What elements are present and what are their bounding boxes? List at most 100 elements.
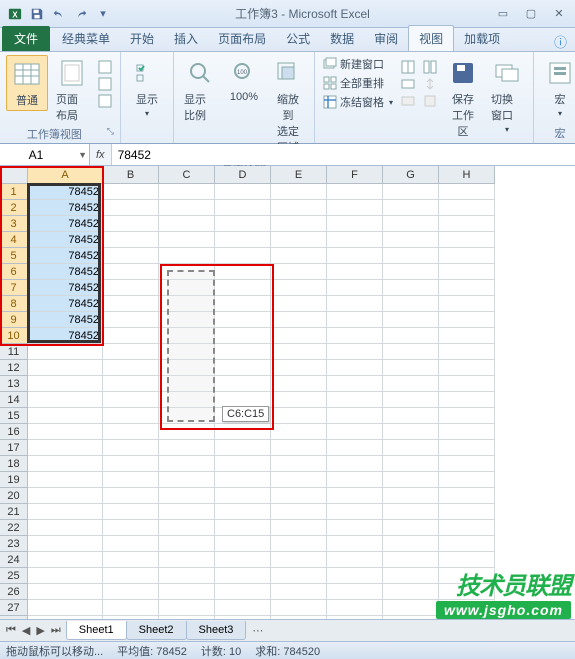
select-all-corner[interactable] [0, 166, 28, 184]
cell-B1[interactable] [103, 184, 159, 200]
tab-经典菜单[interactable]: 经典菜单 [52, 26, 120, 51]
file-tab[interactable]: 文件 [2, 26, 50, 51]
minimize-button[interactable]: ▭ [493, 5, 513, 23]
cell-B18[interactable] [103, 456, 159, 472]
show-button[interactable]: 显示 ▾ [127, 55, 167, 120]
cell-D21[interactable] [215, 504, 271, 520]
sheet-nav-last-icon[interactable]: ⏭ [49, 624, 63, 637]
row-header-19[interactable]: 19 [0, 472, 28, 488]
cell-B27[interactable] [103, 600, 159, 616]
cell-A21[interactable] [28, 504, 103, 520]
spreadsheet-grid[interactable]: ABCDEFGH 1234567891011121314151617181920… [0, 166, 575, 638]
cell-A12[interactable] [28, 360, 103, 376]
split-button[interactable] [399, 59, 417, 75]
row-header-13[interactable]: 13 [0, 376, 28, 392]
cell-A25[interactable] [28, 568, 103, 584]
cell-A20[interactable] [28, 488, 103, 504]
cell-E17[interactable] [271, 440, 327, 456]
cell-A6[interactable]: 78452 [28, 264, 103, 280]
cell-D17[interactable] [215, 440, 271, 456]
page-layout-button[interactable]: 页面布局 [52, 55, 92, 125]
cell-G13[interactable] [383, 376, 439, 392]
cell-F4[interactable] [327, 232, 383, 248]
cell-G14[interactable] [383, 392, 439, 408]
cell-A17[interactable] [28, 440, 103, 456]
cell-H1[interactable] [439, 184, 495, 200]
cell-F26[interactable] [327, 584, 383, 600]
cell-F17[interactable] [327, 440, 383, 456]
cell-G24[interactable] [383, 552, 439, 568]
cell-A15[interactable] [28, 408, 103, 424]
tab-数据[interactable]: 数据 [320, 26, 364, 51]
insert-sheet-icon[interactable]: ⋯ [246, 624, 269, 637]
cell-F5[interactable] [327, 248, 383, 264]
cell-A2[interactable]: 78452 [28, 200, 103, 216]
cell-B9[interactable] [103, 312, 159, 328]
cell-H3[interactable] [439, 216, 495, 232]
cell-E14[interactable] [271, 392, 327, 408]
cell-A27[interactable] [28, 600, 103, 616]
cell-C18[interactable] [159, 456, 215, 472]
name-box-input[interactable] [6, 148, 66, 162]
cell-G12[interactable] [383, 360, 439, 376]
cell-F7[interactable] [327, 280, 383, 296]
cell-E27[interactable] [271, 600, 327, 616]
cell-A14[interactable] [28, 392, 103, 408]
cell-H5[interactable] [439, 248, 495, 264]
cell-G5[interactable] [383, 248, 439, 264]
cell-G21[interactable] [383, 504, 439, 520]
cell-E20[interactable] [271, 488, 327, 504]
cell-A19[interactable] [28, 472, 103, 488]
cell-F8[interactable] [327, 296, 383, 312]
cell-H10[interactable] [439, 328, 495, 344]
cell-D8[interactable] [215, 296, 271, 312]
cell-C21[interactable] [159, 504, 215, 520]
cell-H6[interactable] [439, 264, 495, 280]
cell-G8[interactable] [383, 296, 439, 312]
cell-E3[interactable] [271, 216, 327, 232]
cell-E21[interactable] [271, 504, 327, 520]
cell-E15[interactable] [271, 408, 327, 424]
macros-button[interactable]: 宏 ▾ [540, 55, 575, 120]
switch-windows-button[interactable]: 切换窗口 ▾ [487, 55, 527, 136]
zoom-selection-button[interactable]: 缩放到 选定区域 [268, 55, 308, 157]
cell-F6[interactable] [327, 264, 383, 280]
cell-D22[interactable] [215, 520, 271, 536]
cell-D26[interactable] [215, 584, 271, 600]
cell-H24[interactable] [439, 552, 495, 568]
cell-G17[interactable] [383, 440, 439, 456]
cell-F13[interactable] [327, 376, 383, 392]
cell-H2[interactable] [439, 200, 495, 216]
cell-H27[interactable] [439, 600, 495, 616]
cell-B20[interactable] [103, 488, 159, 504]
col-header-F[interactable]: F [327, 166, 383, 184]
cell-G22[interactable] [383, 520, 439, 536]
cell-E23[interactable] [271, 536, 327, 552]
hide-button[interactable] [399, 76, 417, 92]
cell-C23[interactable] [159, 536, 215, 552]
qat-dropdown-icon[interactable]: ▾ [94, 5, 112, 23]
sheet-nav-prev-icon[interactable]: ◀ [20, 624, 32, 637]
cell-G9[interactable] [383, 312, 439, 328]
col-header-A[interactable]: A [28, 166, 103, 184]
cell-H19[interactable] [439, 472, 495, 488]
cell-G25[interactable] [383, 568, 439, 584]
cell-A9[interactable]: 78452 [28, 312, 103, 328]
cell-H15[interactable] [439, 408, 495, 424]
cell-B10[interactable] [103, 328, 159, 344]
cell-H20[interactable] [439, 488, 495, 504]
cell-E9[interactable] [271, 312, 327, 328]
cell-E11[interactable] [271, 344, 327, 360]
cell-B11[interactable] [103, 344, 159, 360]
cell-D23[interactable] [215, 536, 271, 552]
cell-C16[interactable] [159, 424, 215, 440]
save-workspace-button[interactable]: 保存 工作区 [443, 55, 483, 141]
cell-B3[interactable] [103, 216, 159, 232]
name-box[interactable]: ▼ [0, 144, 90, 165]
cell-C2[interactable] [159, 200, 215, 216]
cell-E8[interactable] [271, 296, 327, 312]
cell-G11[interactable] [383, 344, 439, 360]
group1-launcher-icon[interactable]: ⤡ [107, 126, 114, 137]
cell-H17[interactable] [439, 440, 495, 456]
cell-F3[interactable] [327, 216, 383, 232]
